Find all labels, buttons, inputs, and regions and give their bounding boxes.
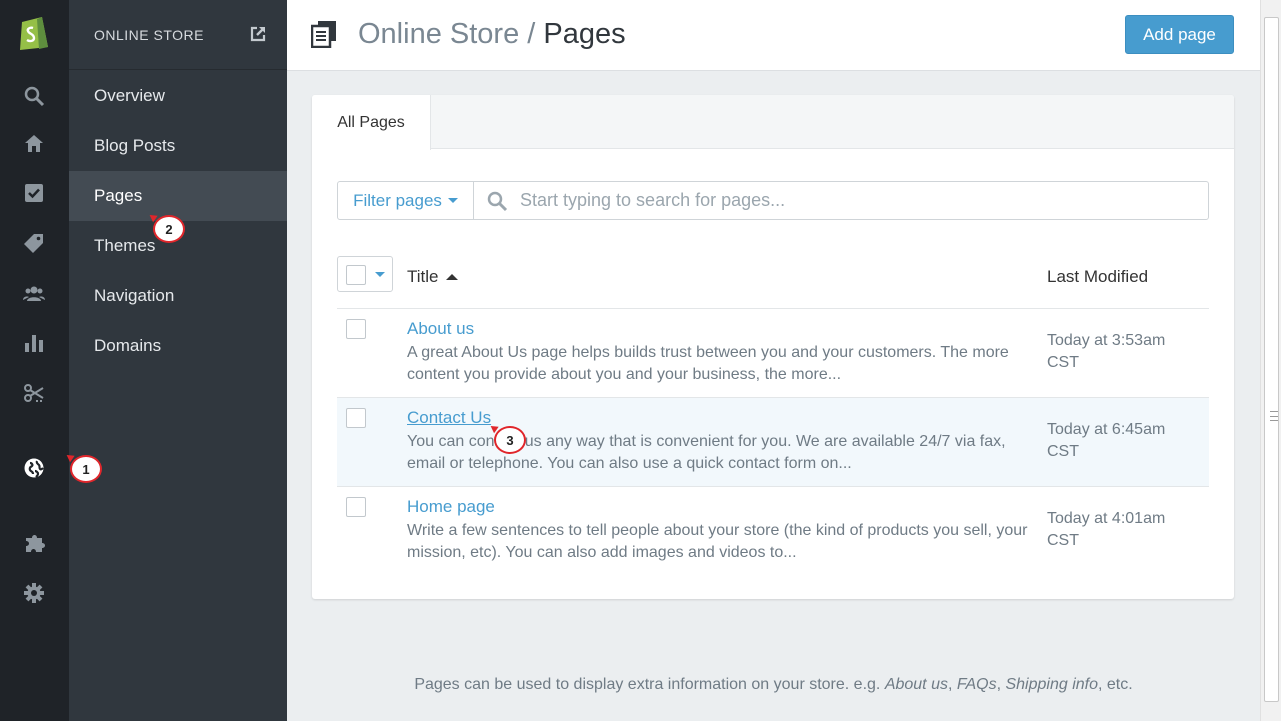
footer-sep: , [947,676,953,693]
sidebar-item-domains[interactable]: Domains [69,321,287,371]
select-all-checkbox[interactable] [346,265,366,285]
footer-prefix: Pages can be used to display extra infor… [414,676,881,693]
sidebar-header: ONLINE STORE [69,0,287,70]
page-header: Online Store / Pages Add page [287,0,1260,71]
reports-icon[interactable] [22,331,46,355]
footer-help-text: Pages can be used to display extra infor… [287,676,1260,694]
breadcrumb: Online Store / Pages [358,18,626,51]
step-marker-2: 2 [153,215,185,243]
bulk-select[interactable] [337,256,393,292]
filter-bar: Filter pages [337,181,1209,220]
online-store-icon[interactable] [22,456,46,480]
column-title-label: Title [407,267,439,286]
table-header: Title Last Modified [337,247,1209,309]
table-row: Contact Us You can contact us any way th… [337,398,1209,487]
page-description: Write a few sentences to tell people abo… [407,522,1028,561]
sidebar-item-navigation[interactable]: Navigation [69,271,287,321]
example-faqs: FAQs [956,676,997,693]
scrollbar[interactable] [1260,0,1281,721]
add-page-button[interactable]: Add page [1125,15,1234,54]
step-marker-3: 3 [494,426,526,454]
sidebar-item-overview[interactable]: Overview [69,71,287,121]
orders-icon[interactable] [22,181,46,205]
sidebar-item-blog-posts[interactable]: Blog Posts [69,121,287,171]
tab-all-pages[interactable]: All Pages [312,95,431,150]
row-checkbox[interactable] [346,497,366,517]
page-title-link[interactable]: About us [407,319,474,339]
row-checkbox[interactable] [346,408,366,428]
row-checkbox[interactable] [346,319,366,339]
column-title[interactable]: Title [407,267,458,287]
external-link-icon[interactable] [249,25,267,43]
search-icon [486,190,508,212]
sort-ascending-icon [445,274,458,280]
footer-suffix: , etc. [1098,676,1133,693]
page-title-link[interactable]: Contact Us [407,408,491,428]
filter-pages-button[interactable]: Filter pages [338,182,474,219]
customers-icon[interactable] [22,281,46,305]
example-shipping-info: Shipping info [1005,676,1098,693]
chevron-down-icon[interactable] [375,272,385,277]
shopify-logo[interactable] [17,13,51,51]
settings-icon[interactable] [22,581,46,605]
last-modified: Today at 6:45am CST [1047,421,1166,460]
home-icon[interactable] [22,131,46,155]
table-row: Home page Write a few sentences to tell … [337,487,1209,576]
last-modified: Today at 4:01am CST [1047,510,1166,549]
pages-icon [310,20,337,49]
tab-bar: All Pages [312,95,1234,150]
discounts-icon[interactable] [22,381,46,405]
online-store-sidebar: ONLINE STORE Overview Blog Posts Pages T… [69,0,287,721]
sidebar-item-pages[interactable]: Pages [69,171,287,221]
example-about-us: About us [884,676,948,693]
page-title-link[interactable]: Home page [407,497,495,517]
products-icon[interactable] [22,231,46,255]
breadcrumb-separator: / [527,18,536,50]
step-marker-1: 1 [70,455,102,483]
breadcrumb-parent[interactable]: Online Store [358,18,519,50]
table-row: About us A great About Us page helps bui… [337,309,1209,398]
page-title: Pages [543,18,626,50]
scrollbar-grip [1270,411,1278,421]
chevron-down-icon [447,198,458,203]
sidebar-title: ONLINE STORE [94,27,204,43]
search-input[interactable] [520,186,1190,215]
search-icon[interactable] [22,84,46,108]
scrollbar-thumb[interactable] [1264,17,1279,702]
last-modified: Today at 3:53am CST [1047,332,1166,371]
apps-icon[interactable] [22,531,46,555]
page-description: A great About Us page helps builds trust… [407,344,1009,383]
icon-rail [0,0,69,721]
column-last-modified[interactable]: Last Modified [1047,267,1148,287]
filter-pages-label: Filter pages [353,190,442,210]
footer-sep: , [996,676,1002,693]
pages-card: All Pages Filter pages Title Last Modifi… [312,95,1234,599]
